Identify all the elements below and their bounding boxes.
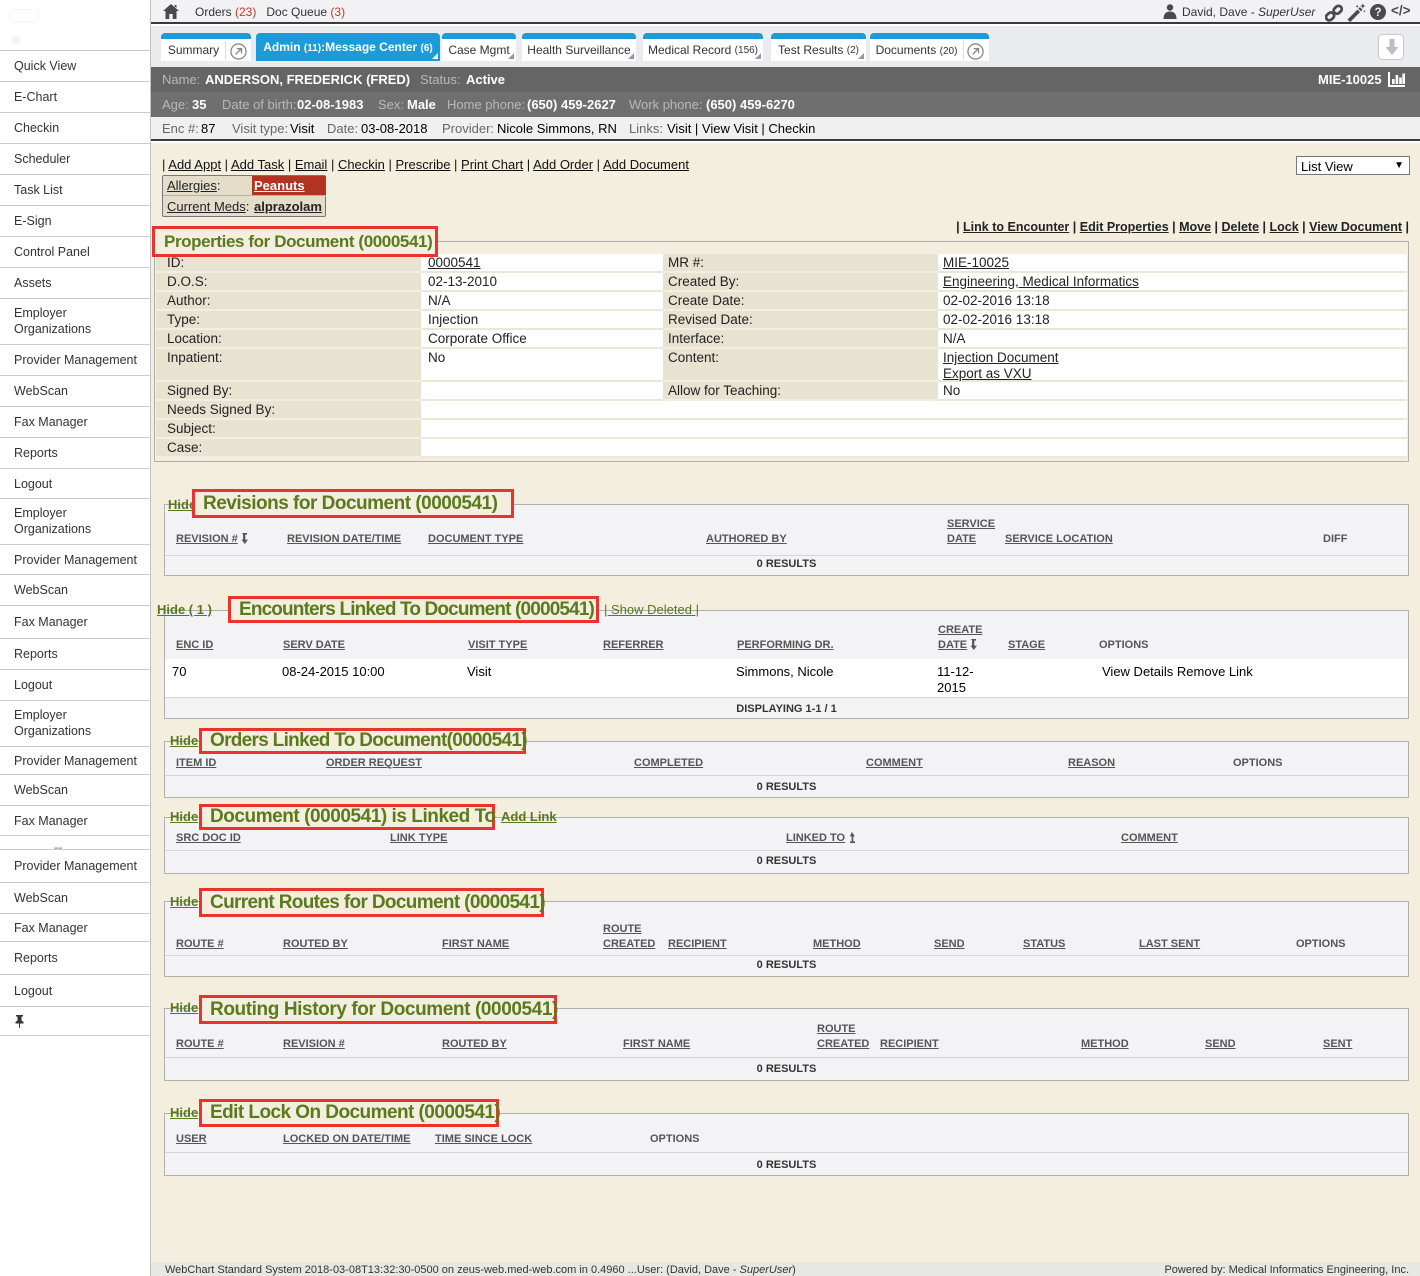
svg-text:?: ?: [1374, 7, 1381, 19]
